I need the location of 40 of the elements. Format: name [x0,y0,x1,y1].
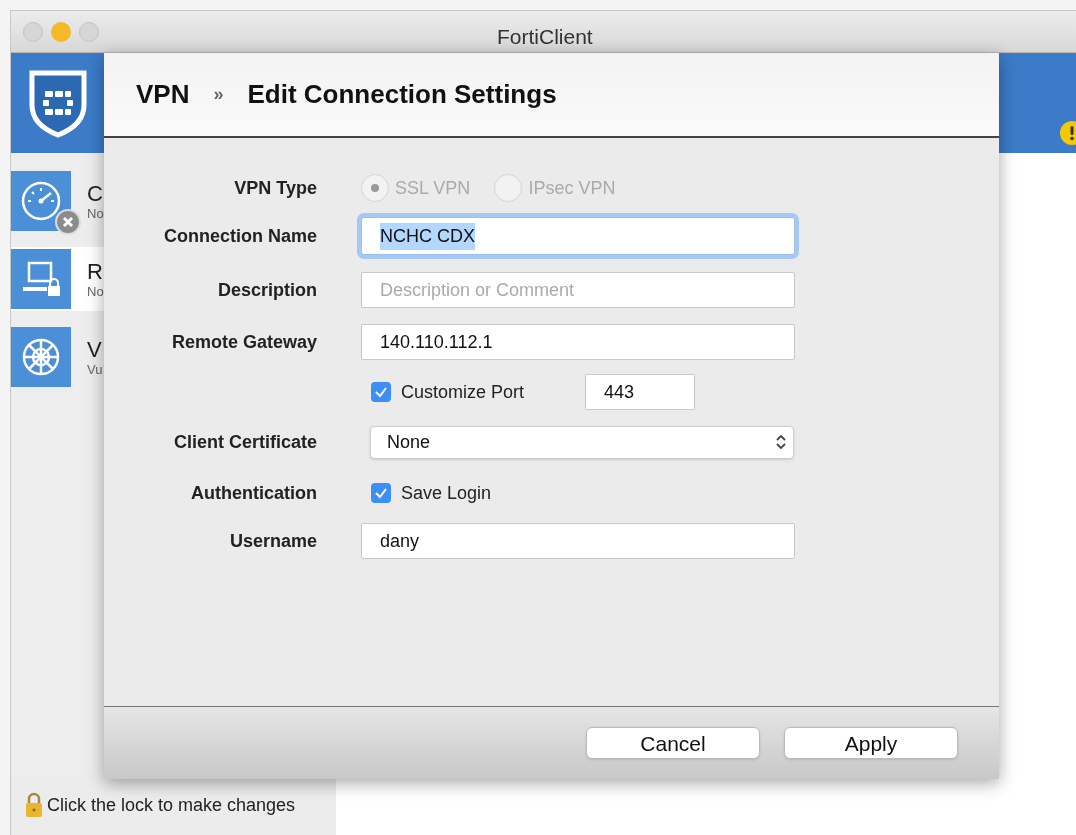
checkbox-label: Customize Port [401,380,525,404]
field-label: Username [229,530,317,551]
radio-label: SSL VPN [395,176,471,200]
sidebar-item[interactable]: R No [11,247,104,311]
minimize-button[interactable] [51,21,71,42]
field-label: Authentication [191,482,317,503]
item-title: V [87,338,103,361]
field-label: Client Certificate [173,431,317,452]
input-field[interactable]: dany [361,523,795,559]
checkmark-icon [374,486,388,500]
breadcrumb-item: Edit Connection Settings [247,78,557,111]
checkbox[interactable] [371,382,391,402]
radio-label: IPsec VPN [528,176,616,200]
checkbox-label: Save Login [401,481,492,505]
item-subtitle: Vu [87,362,103,376]
input-field[interactable]: 140.110.112.1 [361,324,795,360]
breadcrumb-item: VPN [136,78,190,111]
checkbox[interactable] [371,483,391,503]
apply-button[interactable]: Apply [784,727,958,759]
close-button[interactable] [23,21,43,42]
item-subtitle: No [87,206,104,220]
cancel-button[interactable]: Cancel [586,727,760,759]
breadcrumb-separator: » [213,83,224,106]
zoom-button[interactable] [79,21,99,42]
lock-icon[interactable] [25,792,43,818]
gauge-icon [20,180,62,222]
item-subtitle: No [87,284,104,298]
chevron-updown-icon [775,433,787,451]
item-title: C [87,182,104,205]
lock-hint-text: Click the lock to make changes [47,793,296,817]
wheel-icon [20,336,62,378]
checkmark-icon [374,385,388,399]
item-title: R [87,260,104,283]
field-label: Description [217,279,317,300]
port-field[interactable]: 443 [585,374,695,410]
field-label: VPN Type [234,177,317,198]
field-label: Connection Name [163,225,317,246]
dropdown[interactable]: None [370,425,794,459]
window-title: FortiClient [497,24,593,50]
field-label: Remote Gateway [171,331,317,352]
